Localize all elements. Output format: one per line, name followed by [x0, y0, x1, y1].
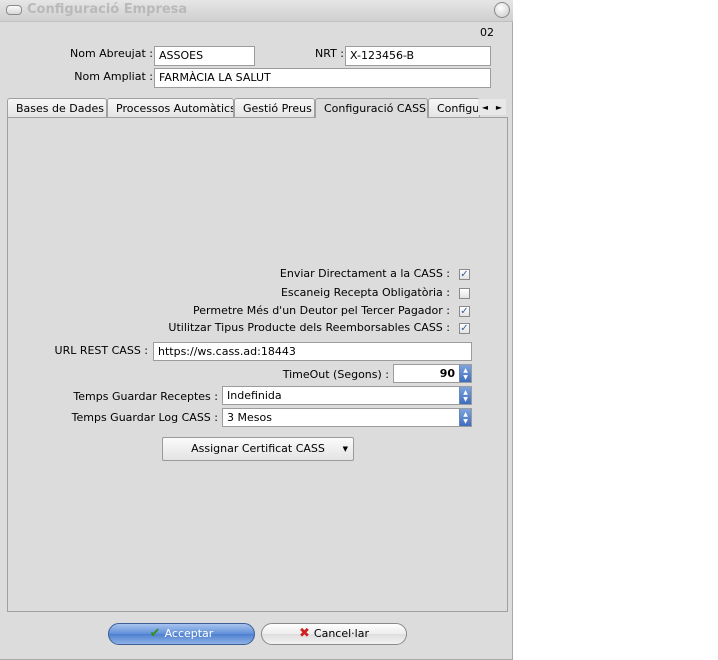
tab-bar: Bases de Dades Processos Automàtics Gest…: [7, 98, 508, 118]
config-window: Configuració Empresa 02 Nom Abreujat : A…: [0, 0, 513, 660]
accept-button[interactable]: ✔ Acceptar: [108, 623, 255, 645]
temps-log-dropdown-icon[interactable]: ▲ ▼: [459, 409, 471, 426]
nom-abreujat-label: Nom Abreujat :: [69, 47, 153, 60]
nom-ampliat-label: Nom Ampliat :: [74, 70, 153, 83]
window-title: Configuració Empresa: [27, 2, 188, 17]
close-icon[interactable]: [494, 2, 510, 18]
escaneig-recepta-label: Escaneig Recepta Obligatòria :: [280, 286, 450, 299]
permetre-deutor-checkbox[interactable]: ✓: [459, 306, 470, 317]
tab-scroll-controls: ◄ ►: [478, 99, 506, 115]
tab-bases-de-dades[interactable]: Bases de Dades: [7, 98, 107, 117]
tab-configuracio-cass[interactable]: Configuració CASS: [315, 98, 428, 118]
select-up-icon: ▲: [463, 410, 468, 418]
company-code: 02: [480, 26, 494, 39]
tab-configur[interactable]: Configur: [428, 98, 480, 117]
temps-receptes-label: Temps Guardar Receptes :: [73, 390, 218, 403]
temps-log-select[interactable]: 3 Mesos: [222, 408, 472, 427]
check-icon: ✔: [149, 626, 161, 641]
spin-up-icon[interactable]: ▲: [460, 367, 471, 374]
accept-label: Acceptar: [164, 627, 214, 640]
nom-ampliat-input[interactable]: FARMÀCIA LA SALUT: [154, 68, 491, 88]
utilitzar-tipus-label: Utilitzar Tipus Producte dels Reemborsab…: [168, 321, 450, 334]
select-up-icon: ▲: [463, 388, 468, 396]
nom-abreujat-input[interactable]: ASSOES: [154, 46, 255, 66]
nrt-input[interactable]: X-123456-B: [345, 46, 491, 66]
escaneig-recepta-checkbox[interactable]: [459, 288, 470, 299]
url-rest-label: URL REST CASS :: [54, 344, 148, 357]
window-menu-icon[interactable]: [6, 5, 22, 15]
title-bar[interactable]: Configuració Empresa: [0, 0, 513, 22]
url-rest-input[interactable]: https://ws.cass.ad:18443: [153, 342, 472, 361]
close-icon: ✖: [299, 626, 310, 641]
cancel-button[interactable]: ✖ Cancel·lar: [261, 623, 407, 645]
tab-processos-automatics[interactable]: Processos Automàtics: [107, 98, 234, 117]
chevron-down-icon: ▼: [342, 445, 348, 453]
temps-log-label: Temps Guardar Log CASS :: [71, 411, 218, 424]
permetre-deutor-label: Permetre Més d'un Deutor pel Tercer Paga…: [193, 304, 450, 317]
nrt-label: NRT :: [315, 47, 344, 60]
enviar-directament-label: Enviar Directament a la CASS :: [279, 267, 450, 280]
utilitzar-tipus-checkbox[interactable]: ✓: [459, 323, 470, 334]
tab-gestio-preus[interactable]: Gestió Preus: [234, 98, 315, 117]
select-down-icon: ▼: [463, 417, 468, 425]
tab-scroll-left-icon[interactable]: ◄: [482, 103, 488, 112]
assignar-certificat-label: Assignar Certificat CASS: [191, 442, 325, 455]
select-down-icon: ▼: [463, 395, 468, 403]
temps-receptes-dropdown-icon[interactable]: ▲ ▼: [459, 387, 471, 404]
timeout-label: TimeOut (Segons) :: [282, 368, 389, 381]
tab-scroll-right-icon[interactable]: ►: [496, 103, 502, 112]
assignar-certificat-button[interactable]: Assignar Certificat CASS ▼: [162, 437, 354, 461]
temps-receptes-select[interactable]: Indefinida: [222, 386, 472, 405]
timeout-spinner[interactable]: ▲ ▼: [459, 365, 471, 382]
enviar-directament-checkbox[interactable]: ✓: [459, 269, 470, 280]
spin-down-icon[interactable]: ▼: [460, 374, 471, 381]
cancel-label: Cancel·lar: [313, 627, 369, 640]
